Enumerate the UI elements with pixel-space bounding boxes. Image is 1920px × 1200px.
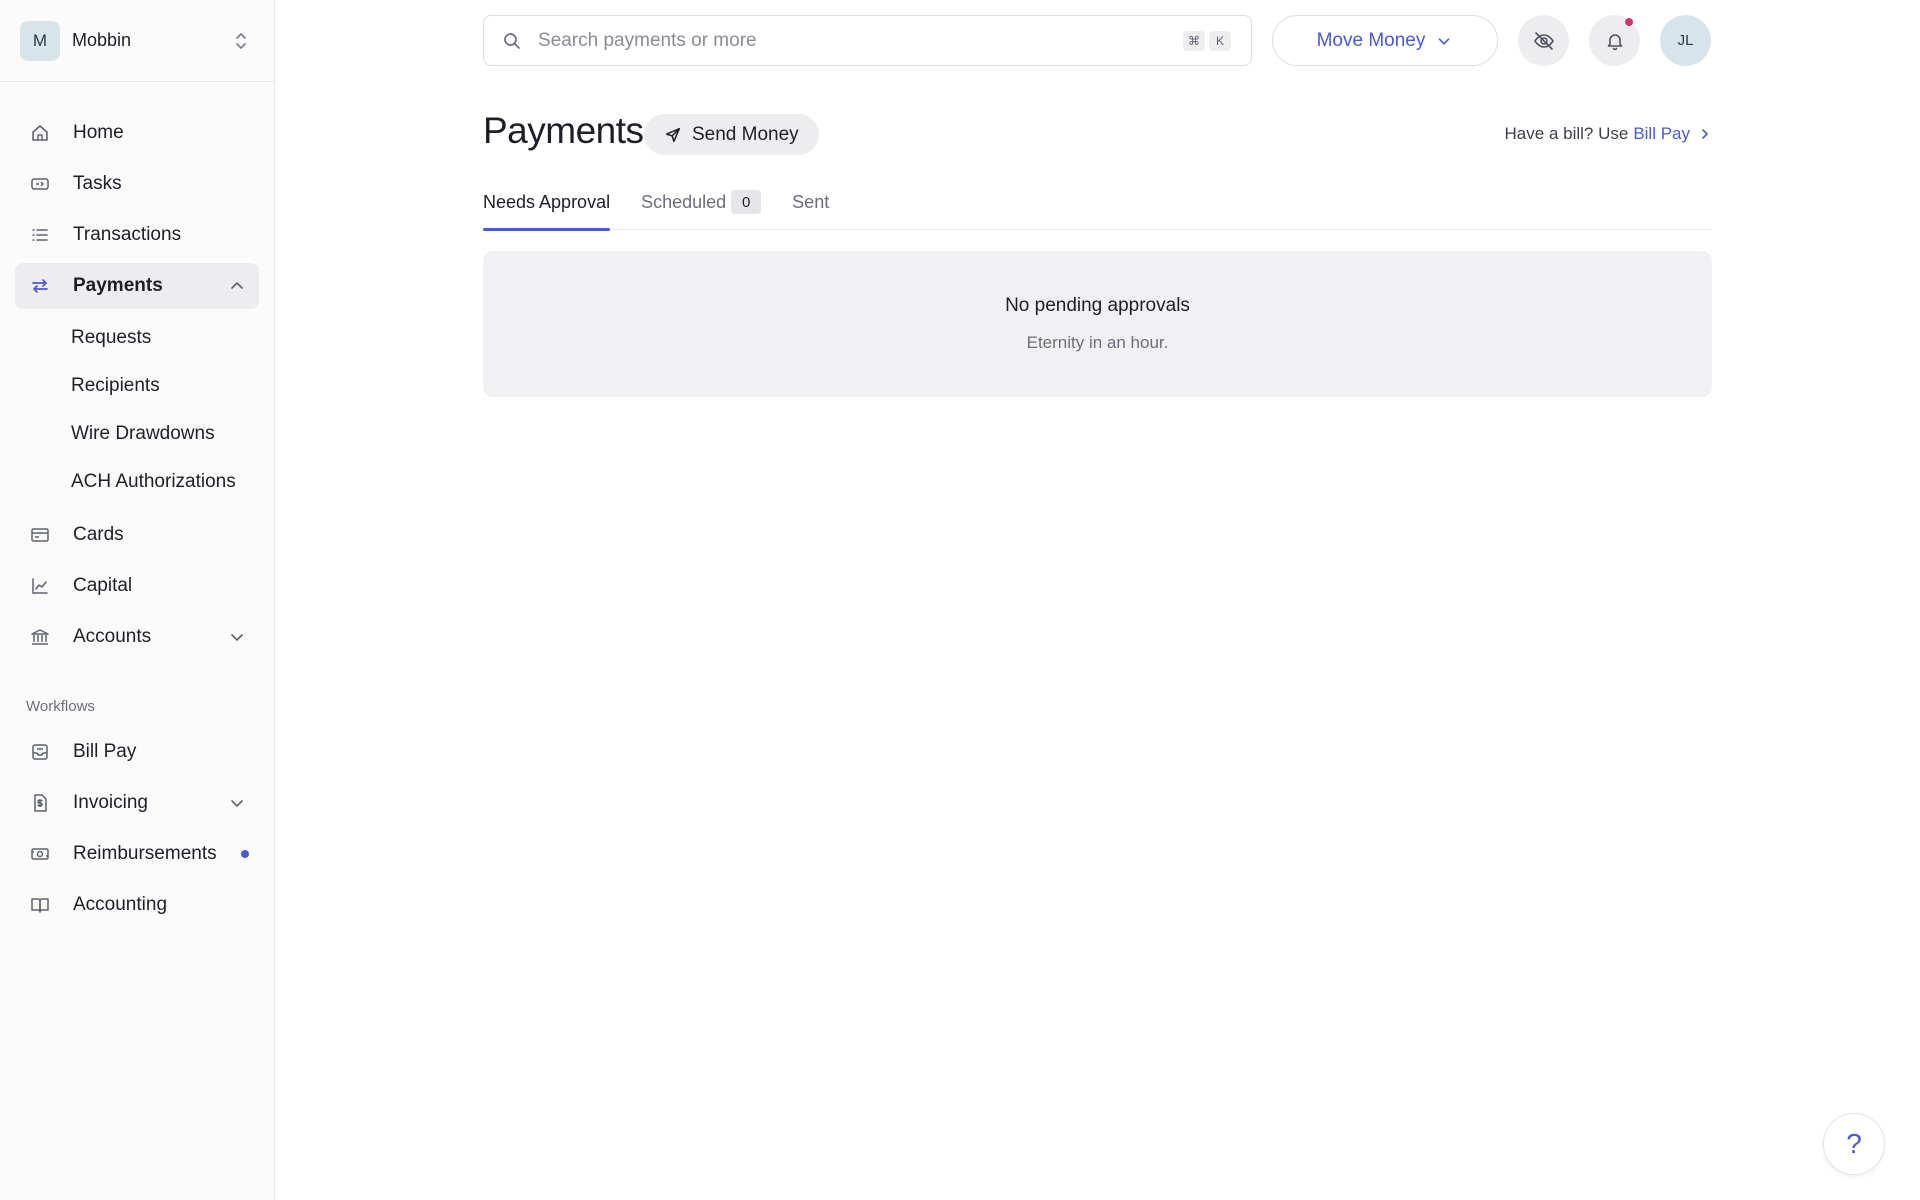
bill-hint-text: Have a bill? Use bbox=[1504, 124, 1629, 143]
sidebar-item-label: Cards bbox=[73, 524, 124, 545]
tab-scheduled[interactable]: Scheduled 0 bbox=[641, 186, 762, 230]
sidebar-item-accounts[interactable]: Accounts bbox=[15, 614, 259, 660]
bill-icon bbox=[29, 741, 51, 763]
sidebar-item-invoicing[interactable]: Invoicing bbox=[15, 780, 259, 826]
move-money-button[interactable]: Move Money bbox=[1272, 15, 1498, 66]
sidebar: M Mobbin Home Tasks Transactions Payment… bbox=[0, 0, 275, 1200]
sidebar-item-tasks[interactable]: Tasks bbox=[15, 161, 259, 207]
eye-off-icon bbox=[1533, 30, 1555, 52]
sidebar-subitem-wire-drawdowns[interactable]: Wire Drawdowns bbox=[15, 410, 259, 458]
chevron-down-icon[interactable] bbox=[227, 793, 247, 813]
cash-icon bbox=[29, 843, 51, 865]
list-icon bbox=[29, 224, 51, 246]
chevron-right-icon[interactable] bbox=[1698, 127, 1712, 141]
notifications-button[interactable] bbox=[1589, 15, 1640, 66]
chevron-up-icon[interactable] bbox=[227, 276, 247, 296]
notification-dot bbox=[1624, 17, 1634, 27]
sidebar-item-label: Tasks bbox=[73, 173, 122, 194]
chart-line-icon bbox=[29, 575, 51, 597]
empty-state-panel: No pending approvals Eternity in an hour… bbox=[483, 251, 1712, 397]
sidebar-item-label: Accounts bbox=[73, 626, 152, 647]
sidebar-item-label: Capital bbox=[73, 575, 133, 596]
help-button[interactable]: ? bbox=[1823, 1113, 1885, 1175]
workflows-section-label: Workflows bbox=[26, 698, 95, 715]
sidebar-subitem-recipients[interactable]: Recipients bbox=[15, 362, 259, 410]
sidebar-item-home[interactable]: Home bbox=[15, 110, 259, 156]
book-icon bbox=[29, 894, 51, 916]
chevron-down-icon[interactable] bbox=[227, 627, 247, 647]
chevron-down-icon bbox=[1435, 32, 1453, 50]
search-icon bbox=[502, 31, 522, 51]
sidebar-item-label: Reimbursements bbox=[73, 843, 217, 864]
search-input[interactable]: Search payments or more ⌘ K bbox=[483, 15, 1252, 66]
search-placeholder: Search payments or more bbox=[538, 29, 757, 51]
keyboard-shortcut: ⌘ K bbox=[1183, 30, 1235, 51]
user-avatar-button[interactable]: JL bbox=[1660, 15, 1711, 66]
hide-balances-button[interactable] bbox=[1518, 15, 1569, 66]
arrows-swap-icon bbox=[29, 275, 51, 297]
invoice-icon bbox=[29, 792, 51, 814]
sidebar-item-transactions[interactable]: Transactions bbox=[15, 212, 259, 258]
org-avatar: M bbox=[20, 20, 60, 61]
sidebar-item-cards[interactable]: Cards bbox=[15, 512, 259, 558]
tab-needs-approval[interactable]: Needs Approval bbox=[483, 186, 611, 231]
sidebar-item-label: Payments bbox=[73, 275, 163, 296]
page-title: Payments bbox=[483, 110, 644, 151]
tab-sent[interactable]: Sent bbox=[792, 186, 829, 230]
count-badge: 0 bbox=[731, 190, 762, 214]
sidebar-item-reimbursements[interactable]: Reimbursements bbox=[15, 831, 259, 877]
org-switcher[interactable]: M Mobbin bbox=[0, 0, 274, 82]
sidebar-item-label: Home bbox=[73, 122, 124, 143]
sidebar-item-accounting[interactable]: Accounting bbox=[15, 882, 259, 928]
sidebar-item-label: Bill Pay bbox=[73, 741, 137, 762]
tasks-icon bbox=[29, 173, 51, 195]
sidebar-item-payments[interactable]: Payments bbox=[15, 263, 259, 309]
bank-icon bbox=[29, 626, 51, 648]
home-icon bbox=[29, 122, 51, 144]
k-key: K bbox=[1209, 30, 1231, 51]
chevron-up-down-icon bbox=[234, 31, 254, 51]
sidebar-item-bill-pay[interactable]: Bill Pay bbox=[15, 729, 259, 775]
send-money-button[interactable]: Send Money bbox=[644, 114, 819, 155]
bell-icon bbox=[1605, 31, 1625, 51]
sidebar-item-capital[interactable]: Capital bbox=[15, 563, 259, 609]
sidebar-nav: Home Tasks Transactions Payments Request… bbox=[0, 82, 274, 928]
bill-pay-hint: Have a bill? Use Bill Pay bbox=[1505, 124, 1712, 144]
bill-pay-link[interactable]: Bill Pay bbox=[1633, 124, 1690, 144]
tab-label: Scheduled bbox=[641, 192, 727, 212]
tab-label: Sent bbox=[792, 192, 830, 212]
org-name: Mobbin bbox=[72, 30, 132, 50]
tab-label: Needs Approval bbox=[483, 192, 611, 212]
sidebar-subitem-ach-authorizations[interactable]: ACH Authorizations bbox=[15, 458, 259, 506]
send-money-label: Send Money bbox=[692, 123, 799, 145]
sidebar-item-label: Invoicing bbox=[73, 792, 148, 813]
sidebar-subitem-requests[interactable]: Requests bbox=[15, 314, 259, 362]
card-icon bbox=[29, 524, 51, 546]
move-money-label: Move Money bbox=[1316, 29, 1426, 51]
empty-state-title: No pending approvals bbox=[1005, 295, 1190, 316]
command-key: ⌘ bbox=[1183, 30, 1205, 51]
sidebar-item-label: Transactions bbox=[73, 224, 182, 245]
new-indicator-dot bbox=[241, 850, 249, 858]
sidebar-item-label: Accounting bbox=[73, 894, 168, 915]
empty-state-subtitle: Eternity in an hour. bbox=[1026, 333, 1169, 352]
send-icon bbox=[664, 126, 682, 144]
payments-tabs: Needs Approval Scheduled 0 Sent bbox=[483, 186, 1712, 231]
